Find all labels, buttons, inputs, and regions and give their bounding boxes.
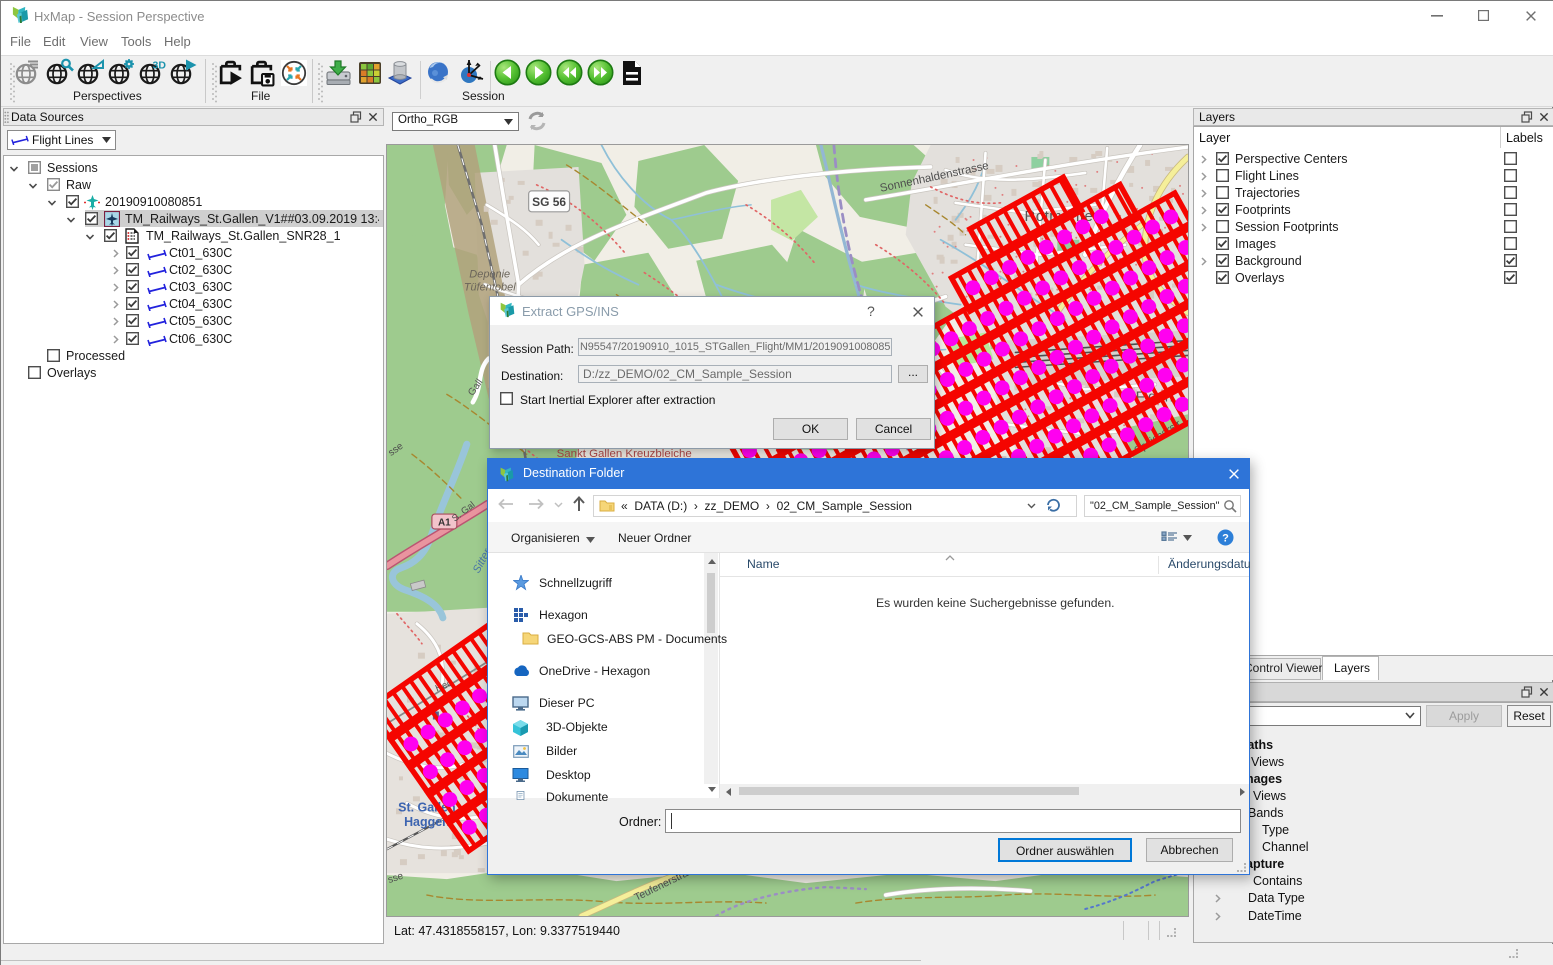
svg-text:Tüfentobel: Tüfentobel (464, 282, 516, 294)
svg-text:A1: A1 (438, 518, 451, 529)
svg-text:Deponie: Deponie (469, 269, 510, 281)
svg-text:?: ? (1222, 533, 1229, 545)
svg-text:3D: 3D (153, 60, 167, 72)
svg-text:SG 56: SG 56 (532, 195, 566, 209)
